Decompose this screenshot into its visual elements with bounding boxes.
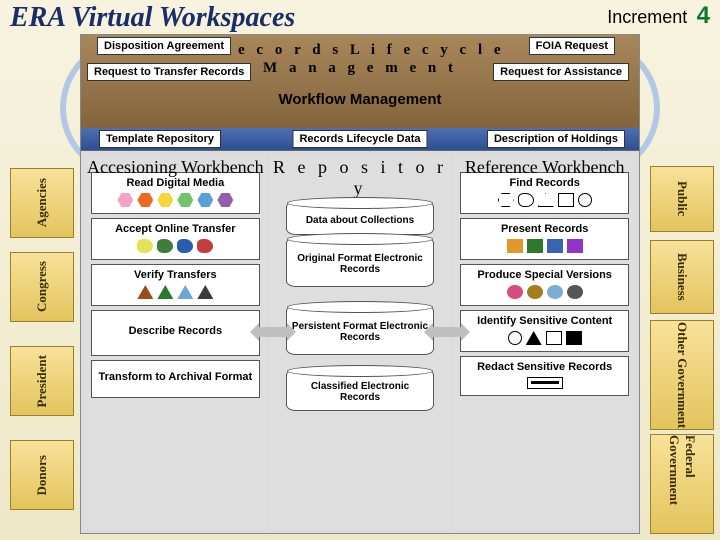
- accept-online-transfer-label: Accept Online Transfer: [96, 223, 255, 235]
- accessioning-title: Accesioning Workbench: [85, 155, 266, 178]
- data-collections-db[interactable]: Data about Collections: [286, 201, 435, 235]
- find-records-card[interactable]: Find Records: [460, 172, 629, 214]
- sidebar-tab-business[interactable]: Business: [650, 240, 714, 314]
- classified-label: Classified Electronic Records: [291, 381, 430, 403]
- body-columns: Accesioning Workbench Read Digital Media…: [81, 151, 639, 533]
- reference-column: Reference Workbench Find Records Present…: [454, 155, 635, 529]
- repository-column: R e p o s i t o r y Data about Collectio…: [270, 155, 451, 529]
- data-collections-label: Data about Collections: [306, 215, 414, 226]
- identify-shapes-icon: [465, 331, 624, 345]
- produce-versions-card[interactable]: Produce Special Versions: [460, 264, 629, 306]
- accessioning-column: Accesioning Workbench Read Digital Media…: [85, 155, 266, 529]
- sidebar-tab-public[interactable]: Public: [650, 166, 714, 232]
- sidebar-tab-donors[interactable]: Donors: [10, 440, 74, 510]
- read-digital-media-card[interactable]: Read Digital Media: [91, 172, 260, 214]
- find-shapes-icon: [465, 193, 624, 207]
- sidebar-tab-president[interactable]: President: [10, 346, 74, 416]
- sidebar-tab-label: Donors: [34, 455, 50, 495]
- main-panel: R e c o r d s L i f e c y c l e M a n a …: [80, 34, 640, 534]
- verify-transfers-card[interactable]: Verify Transfers: [91, 264, 260, 306]
- sidebar-tab-federal-government[interactable]: Federal Government: [650, 434, 714, 534]
- records-lifecycle-banner: R e c o r d s L i f e c y c l e M a n a …: [81, 35, 639, 151]
- original-format-db[interactable]: Original Format Electronic Records: [286, 237, 435, 287]
- foia-request-button[interactable]: FOIA Request: [529, 37, 615, 55]
- redact-icon: [465, 377, 624, 389]
- describe-records-label: Describe Records: [96, 325, 255, 337]
- sidebar-tab-other-government[interactable]: Other Government: [650, 320, 714, 430]
- transform-archival-card[interactable]: Transform to Archival Format: [91, 360, 260, 398]
- sidebar-tab-label: Business: [674, 253, 690, 301]
- request-transfer-button[interactable]: Request to Transfer Records: [87, 63, 251, 81]
- increment-label: Increment: [607, 7, 687, 27]
- persistent-format-label: Persistent Format Electronic Records: [291, 321, 430, 343]
- classified-db[interactable]: Classified Electronic Records: [286, 369, 435, 411]
- media-shapes-icon: [96, 193, 255, 207]
- increment-group: Increment 4: [607, 2, 710, 30]
- redact-records-card[interactable]: Redact Sensitive Records: [460, 356, 629, 396]
- repository-title: R e p o s i t o r y: [270, 155, 451, 199]
- transform-archival-label: Transform to Archival Format: [96, 371, 255, 383]
- sidebar-tab-label: Congress: [34, 261, 50, 312]
- verify-transfers-label: Verify Transfers: [96, 269, 255, 281]
- workflow-management-label: Workflow Management: [81, 91, 639, 108]
- sidebar-tab-label: Public: [674, 181, 690, 216]
- identify-sensitive-label: Identify Sensitive Content: [465, 315, 624, 327]
- produce-shapes-icon: [465, 285, 624, 299]
- sidebar-tab-agencies[interactable]: Agencies: [10, 168, 74, 238]
- increment-value: 4: [697, 2, 710, 29]
- accept-online-transfer-card[interactable]: Accept Online Transfer: [91, 218, 260, 260]
- present-records-card[interactable]: Present Records: [460, 218, 629, 260]
- reference-title: Reference Workbench: [454, 155, 635, 178]
- produce-versions-label: Produce Special Versions: [465, 269, 624, 281]
- app-title: ERA Virtual Workspaces: [10, 2, 295, 34]
- disposition-agreement-button[interactable]: Disposition Agreement: [97, 37, 231, 55]
- records-lifecycle-data-button[interactable]: Records Lifecycle Data: [292, 130, 427, 148]
- sidebar-tab-label: Federal Government: [666, 435, 698, 533]
- sidebar-tab-label: President: [34, 355, 50, 407]
- request-assistance-button[interactable]: Request for Assistance: [493, 63, 629, 81]
- template-repository-button[interactable]: Template Repository: [99, 130, 221, 148]
- find-records-label: Find Records: [465, 177, 624, 189]
- sidebar-tab-congress[interactable]: Congress: [10, 252, 74, 322]
- redact-records-label: Redact Sensitive Records: [465, 361, 624, 373]
- present-shapes-icon: [465, 239, 624, 253]
- description-holdings-button[interactable]: Description of Holdings: [487, 130, 625, 148]
- identify-sensitive-card[interactable]: Identify Sensitive Content: [460, 310, 629, 352]
- connector-arrow-icon: [259, 327, 287, 337]
- transfer-shapes-icon: [96, 239, 255, 253]
- connector-arrow-icon: [433, 327, 461, 337]
- sidebar-tab-label: Agencies: [34, 178, 50, 227]
- verify-shapes-icon: [96, 285, 255, 299]
- describe-records-card[interactable]: Describe Records: [91, 310, 260, 356]
- present-records-label: Present Records: [465, 223, 624, 235]
- sidebar-tab-label: Other Government: [674, 322, 690, 428]
- persistent-format-db[interactable]: Persistent Format Electronic Records: [286, 305, 435, 355]
- original-format-label: Original Format Electronic Records: [291, 253, 430, 275]
- read-digital-media-label: Read Digital Media: [96, 177, 255, 189]
